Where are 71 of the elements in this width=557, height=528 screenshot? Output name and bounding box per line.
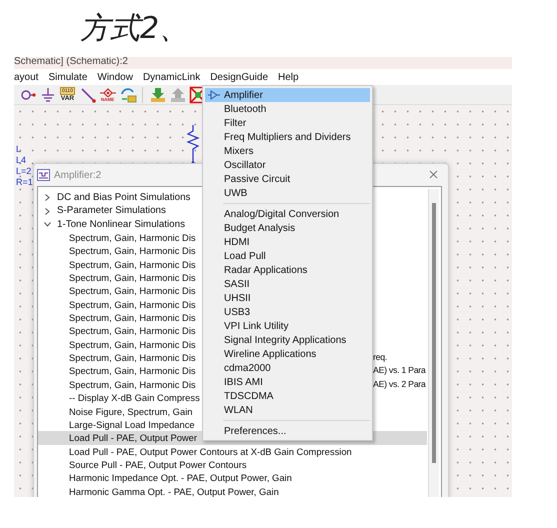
item-label: AE) vs. 1 Para xyxy=(373,364,426,378)
tree-item[interactable]: S-Parameter Simulations xyxy=(57,204,166,218)
tree-item[interactable]: Harmonic Impedance Opt. - PAE, Output Power, Gain xyxy=(69,471,292,485)
menu-item[interactable]: Wireline Applications xyxy=(205,347,370,361)
menu-item[interactable]: Help xyxy=(273,72,304,82)
app-icon xyxy=(37,169,50,181)
tree-item[interactable]: DC and Bias Point Simulations xyxy=(57,191,190,204)
component-label: L xyxy=(16,145,22,154)
tree-item[interactable]: Load Pull - PAE, Output Power Contours at X-dB Gain Compression xyxy=(69,444,352,458)
chevron-right-icon[interactable] xyxy=(45,208,50,215)
window-title: Schematic] (Schematic):2 xyxy=(14,57,512,69)
swap-button[interactable] xyxy=(118,85,137,104)
menu-item[interactable]: DynamicLink xyxy=(138,72,206,82)
menu-item[interactable]: Load Pull xyxy=(205,249,370,263)
menu-item[interactable]: Simulate xyxy=(43,72,92,82)
menu-item[interactable]: Amplifier xyxy=(205,88,370,102)
menu-item[interactable]: Bluetooth xyxy=(205,102,370,116)
tree-item[interactable]: Spectrum, Gain, Harmonic Dis xyxy=(69,324,196,338)
chevron-right-icon[interactable] xyxy=(45,194,50,202)
menu-item[interactable]: IBIS AMI xyxy=(205,375,370,389)
tree-item[interactable]: Spectrum, Gain, Harmonic Dis xyxy=(69,284,196,298)
resistor-drawing xyxy=(186,125,200,165)
menu-item[interactable]: Radar Applications xyxy=(205,263,370,277)
menu-item[interactable]: Freq Multipliers and Dividers xyxy=(205,130,370,144)
menu-item[interactable]: Filter xyxy=(205,116,370,130)
menu-item[interactable]: WLAN xyxy=(205,403,370,417)
tree-item[interactable]: -- Display X-dB Gain Compress xyxy=(69,391,200,404)
download-button[interactable] xyxy=(148,85,167,104)
component-label: L4 xyxy=(16,156,26,165)
menu-item[interactable]: Passive Circuit xyxy=(205,172,370,186)
item-label: AE) vs. 2 Para xyxy=(373,378,426,391)
menu-item[interactable]: Oscillator xyxy=(205,158,370,172)
tree-item[interactable]: Spectrum, Gain, Harmonic Dis xyxy=(69,298,196,312)
tree-item[interactable]: Spectrum, Gain, Harmonic Dis xyxy=(69,311,196,324)
tree-item[interactable]: Harmonic Gamma Opt. - PAE, Output Power, Gain xyxy=(69,484,279,497)
item-label: req. xyxy=(373,351,387,364)
menu-item[interactable]: Analog/Digital Conversion xyxy=(205,207,370,221)
scrollbar[interactable] xyxy=(428,189,439,497)
tree-item[interactable]: Spectrum, Gain, Harmonic Dis xyxy=(69,364,196,378)
menu-item[interactable]: UHSII xyxy=(205,291,370,305)
tree-item[interactable]: Spectrum, Gain, Harmonic Dis xyxy=(69,338,196,352)
component-label: R=1 xyxy=(16,178,33,187)
tree-item[interactable]: Noise Figure, Spectrum, Gain xyxy=(69,404,192,418)
menu-item[interactable]: DesignGuide xyxy=(205,72,274,82)
dialog-title: Amplifier:2 xyxy=(54,170,102,180)
chevron-down-icon[interactable] xyxy=(44,222,51,227)
tree-item[interactable]: Spectrum, Gain, Harmonic Dis xyxy=(69,231,196,244)
menu-item[interactable]: Preferences... xyxy=(205,424,370,438)
menu-item[interactable]: SASII xyxy=(205,277,370,291)
tree-item[interactable]: Large-Signal Load Impedance xyxy=(69,418,195,432)
component-label: L=2 xyxy=(16,167,32,176)
tree-item[interactable]: Spectrum, Gain, Harmonic Dis xyxy=(69,258,196,272)
menu-item[interactable]: Mixers xyxy=(205,144,370,158)
menu-item[interactable]: VPI Link Utility xyxy=(205,319,370,333)
tree-item[interactable]: Spectrum, Gain, Harmonic Dis xyxy=(69,244,196,258)
menu-item[interactable]: TDSCDMA xyxy=(205,389,370,403)
tree-item[interactable]: Spectrum, Gain, Harmonic Dis xyxy=(69,378,196,392)
menu-item[interactable]: Signal Integrity Applications xyxy=(205,333,370,347)
handwritten-note: 方式2、 xyxy=(80,10,190,48)
tree-item[interactable]: Load Pull - PAE, Output Power xyxy=(69,431,198,445)
tree-item[interactable]: Source Pull - PAE, Output Power Contours xyxy=(69,458,247,472)
menu-item[interactable]: ayout xyxy=(14,72,44,82)
menu-item[interactable]: Window xyxy=(92,72,138,82)
tree-item[interactable]: Spectrum, Gain, Harmonic Dis xyxy=(69,351,196,364)
menu-item[interactable]: HDMI xyxy=(205,235,370,249)
menu-item[interactable]: USB3 xyxy=(205,305,370,319)
menu-item[interactable]: UWB xyxy=(205,186,370,200)
menu-item[interactable]: cdma2000 xyxy=(205,361,370,375)
tree-item[interactable]: 1-Tone Nonlinear Simulations xyxy=(57,218,185,232)
menu-item[interactable]: Budget Analysis xyxy=(205,221,370,235)
tree-item[interactable]: Spectrum, Gain, Harmonic Dis xyxy=(69,271,196,284)
